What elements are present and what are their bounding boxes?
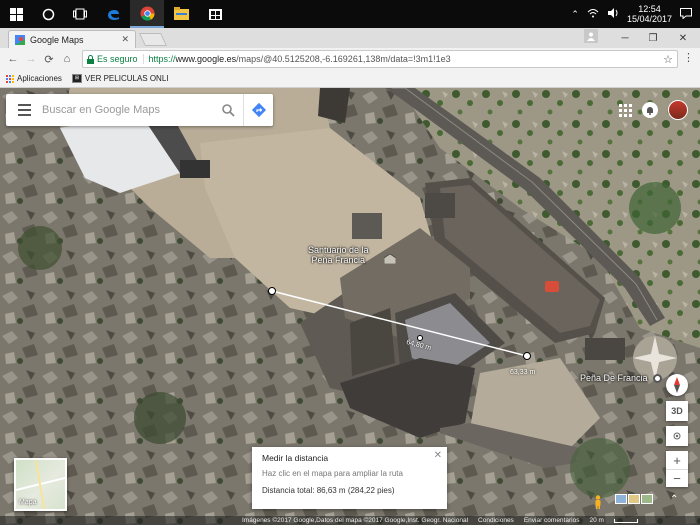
feedback-link[interactable]: Enviar comentarios [524, 517, 580, 524]
measure-total: Distancia total: 86,63 m (284,22 pies) [262, 486, 395, 495]
file-explorer-icon[interactable] [164, 0, 198, 28]
scale-bar [613, 518, 638, 523]
search-icon[interactable] [213, 94, 243, 126]
home-icon[interactable]: ⌂ [58, 50, 76, 68]
imagery-thumb[interactable] [641, 494, 653, 504]
bookmarks-bar: Aplicaciones ⊞ VER PELICULAS ONLI [0, 70, 700, 88]
site-favicon: ⊞ [71, 74, 82, 83]
apps-icon [6, 74, 14, 83]
notifications-icon[interactable] [680, 7, 692, 21]
terms-link[interactable]: Condiciones [478, 517, 514, 524]
sanctuary-line-2: Peña Francia [311, 255, 366, 265]
clock-date: 15/04/2017 [626, 14, 672, 24]
account-controls [619, 100, 688, 120]
zoom-controls: + − [666, 451, 688, 487]
sanctuary-line-1: Santuario de la [308, 245, 369, 255]
forward-icon[interactable]: → [22, 50, 40, 68]
camera-icon[interactable] [545, 281, 559, 292]
directions-icon[interactable] [243, 94, 273, 126]
windows-start-icon[interactable] [0, 0, 32, 28]
bookmark-label: Aplicaciones [17, 74, 62, 83]
tilt-3d-button[interactable]: 3D [666, 401, 688, 421]
tab-google-maps[interactable]: Google Maps ✕ [8, 30, 136, 48]
measure-hint: Haz clic en el mapa para ampliar la ruta [262, 469, 403, 478]
secure-label: Es seguro [97, 54, 138, 64]
windows-taskbar: ⌃ 12:54 15/04/2017 [0, 0, 700, 28]
compass-icon[interactable] [666, 374, 688, 396]
avatar[interactable] [668, 100, 688, 120]
cortana-search-icon[interactable] [32, 0, 64, 28]
address-bar[interactable]: Es seguro https:// www.google.es /maps/@… [82, 50, 678, 68]
wifi-icon[interactable] [587, 8, 599, 20]
url-host: www.google.es [175, 54, 237, 64]
store-icon[interactable] [198, 0, 232, 28]
imagery-attribution: Imágenes ©2017 Google,Datos del mapa ©20… [242, 517, 469, 524]
minimap-label: Mapa [19, 499, 37, 506]
profile-icon[interactable] [584, 29, 598, 43]
peak-marker-icon[interactable] [653, 374, 662, 383]
imagery-thumbnails[interactable] [615, 494, 653, 504]
reload-icon[interactable]: ⟳ [40, 50, 58, 68]
my-location-icon[interactable] [666, 426, 688, 446]
browser-toolbar: ← → ⟳ ⌂ Es seguro https:// www.google.es… [0, 48, 700, 70]
google-apps-icon[interactable] [619, 103, 632, 117]
restore-button[interactable]: ❐ [638, 28, 668, 48]
bookmark-apps[interactable]: Aplicaciones [6, 74, 62, 83]
chrome-icon[interactable] [130, 0, 164, 28]
chevron-up-icon[interactable]: ⌃ [571, 9, 579, 20]
place-label-pena-de-francia[interactable]: Peña De Francia [580, 373, 648, 383]
clock[interactable]: 12:54 15/04/2017 [627, 4, 672, 24]
map-canvas[interactable]: 64,80 m 63,33 m Santuario de la Peña Fra… [0, 88, 700, 525]
tab-strip: Google Maps ✕ [0, 28, 700, 48]
notifications-bell-icon[interactable] [642, 102, 658, 118]
google-maps-favicon [15, 34, 25, 45]
tab-close-icon[interactable]: ✕ [121, 34, 129, 45]
secure-indicator[interactable]: Es seguro [87, 54, 144, 64]
volume-icon[interactable] [607, 8, 619, 20]
lock-icon [87, 54, 94, 64]
imagery-thumb[interactable] [615, 494, 627, 504]
url-path: /maps/@40.5125208,-6.169261,138m/data=!3… [236, 54, 451, 64]
minimize-button[interactable]: ─ [610, 28, 640, 48]
pegman-icon[interactable] [594, 495, 602, 509]
menu-icon[interactable] [6, 104, 42, 116]
measure-distance-card: Medir la distancia Haz clic en el mapa p… [252, 447, 447, 509]
close-icon[interactable]: ✕ [434, 450, 442, 461]
measure-title: Medir la distancia [262, 453, 329, 463]
map-type-toggle[interactable]: Mapa [14, 458, 67, 511]
expand-icon[interactable]: ⌃ [670, 494, 678, 505]
map-controls: 3D + − [666, 374, 688, 487]
place-label-sanctuary[interactable]: Santuario de la Peña Francia [308, 245, 369, 265]
new-tab-button[interactable] [138, 33, 168, 46]
url-scheme: https:// [148, 54, 176, 64]
search-box [6, 94, 273, 126]
bookmark-movies-site[interactable]: ⊞ VER PELICULAS ONLI [71, 74, 169, 83]
clock-time: 12:54 [638, 4, 661, 14]
close-window-button[interactable]: ✕ [668, 28, 698, 48]
search-input[interactable] [42, 104, 213, 116]
system-tray: ⌃ 12:54 15/04/2017 [571, 4, 700, 24]
measure-label-second: 63,33 m [510, 369, 536, 376]
zoom-out-button[interactable]: − [666, 469, 688, 487]
imagery-thumb[interactable] [628, 494, 640, 504]
bookmark-star-icon[interactable]: ☆ [663, 53, 673, 66]
church-icon[interactable] [383, 251, 397, 265]
zoom-in-button[interactable]: + [666, 451, 688, 469]
bookmark-label: VER PELICULAS ONLI [84, 74, 169, 83]
map-footer: Imágenes ©2017 Google,Datos del mapa ©20… [0, 516, 700, 525]
edge-icon[interactable] [96, 0, 130, 28]
task-view-icon[interactable] [64, 0, 96, 28]
scale-label[interactable]: 20 m [589, 517, 603, 524]
back-icon[interactable]: ← [4, 50, 22, 68]
browser-menu-icon[interactable]: ⋮ [683, 51, 694, 64]
tab-title: Google Maps [30, 34, 84, 45]
